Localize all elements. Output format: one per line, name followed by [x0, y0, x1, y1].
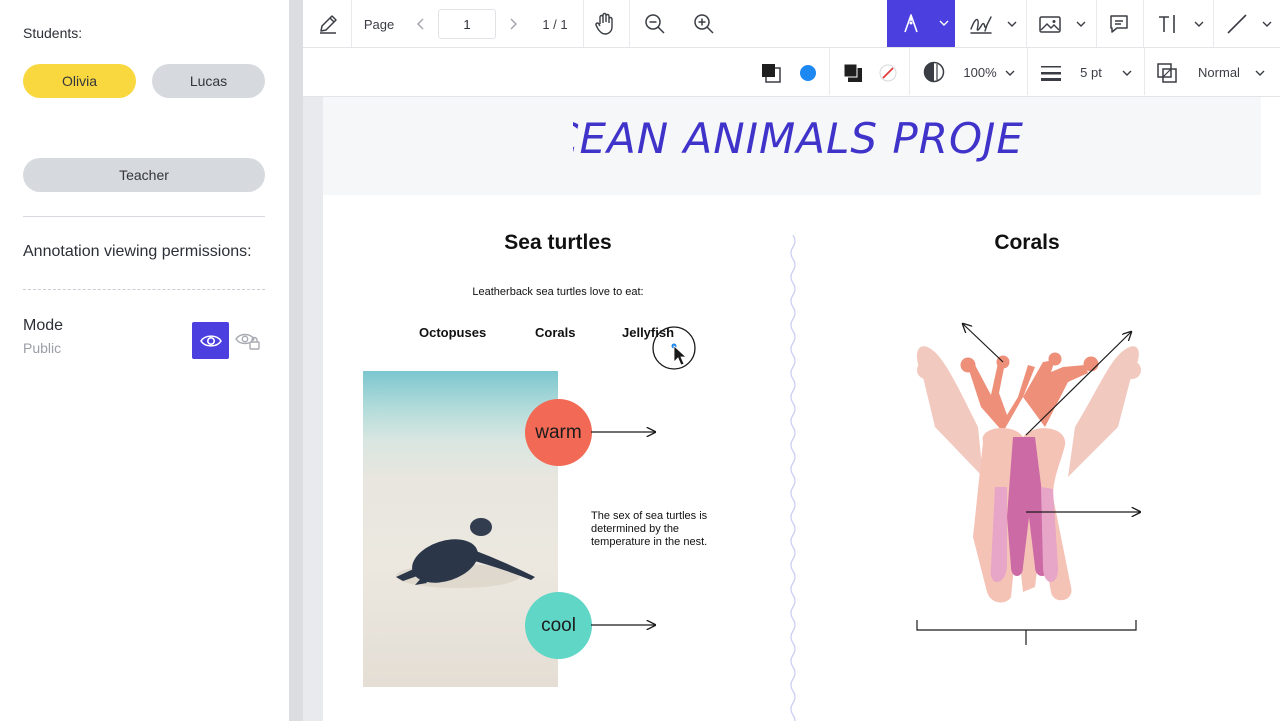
separator — [1143, 0, 1144, 47]
divider-dashed — [23, 289, 265, 290]
main-toolbar: Page 1 1 / 1 — [303, 0, 1280, 48]
fill-color-button[interactable] — [840, 60, 866, 86]
pan-tool-button[interactable] — [590, 10, 620, 38]
text-menu-chevron[interactable] — [1192, 18, 1206, 30]
pen-tool-button[interactable] — [313, 10, 343, 38]
blend-mode-value[interactable]: Normal — [1192, 62, 1246, 82]
line-width-button[interactable] — [1038, 61, 1064, 85]
zoom-out-button[interactable] — [640, 10, 670, 38]
line-width-value[interactable]: 5 pt — [1073, 62, 1109, 82]
separator — [1027, 48, 1028, 95]
mouse-pointer-icon — [673, 345, 688, 366]
separator — [1096, 0, 1097, 47]
student-olivia-button[interactable]: Olivia — [23, 64, 136, 98]
color-dot-icon — [800, 65, 816, 81]
image-icon — [1039, 16, 1061, 33]
opacity-dropdown-chevron[interactable] — [1003, 67, 1017, 79]
permissions-heading: Annotation viewing permissions: — [23, 243, 252, 260]
next-page-button[interactable] — [503, 14, 523, 34]
vertical-scrollbar[interactable] — [1261, 97, 1280, 721]
eye-icon — [199, 334, 222, 347]
signature-menu-chevron[interactable] — [1005, 18, 1019, 30]
opacity-icon — [923, 61, 945, 83]
text-tool-button[interactable] — [1153, 10, 1183, 38]
stroke-square-icon — [762, 64, 781, 83]
mode-label: Mode — [23, 317, 64, 334]
comment-tool-button[interactable] — [1104, 10, 1134, 38]
separator — [829, 48, 830, 95]
annotation-layer — [591, 97, 1261, 645]
ink-tool-button[interactable] — [887, 0, 955, 47]
line-icon — [1227, 14, 1247, 34]
blend-mode-icon — [1157, 63, 1177, 83]
coral-illustration — [916, 346, 1141, 603]
student-lucas-button[interactable]: Lucas — [152, 64, 265, 98]
page-label: Page — [363, 16, 395, 32]
line-width-dropdown-chevron[interactable] — [1120, 67, 1134, 79]
opacity-button[interactable] — [922, 60, 946, 84]
prev-page-button[interactable] — [411, 14, 431, 34]
public-mode-toggle[interactable] — [192, 322, 229, 359]
line-menu-chevron[interactable] — [1260, 18, 1274, 30]
comment-icon — [1110, 15, 1128, 33]
line-tool-button[interactable] — [1222, 10, 1252, 38]
coral-arrow-up-left — [963, 324, 1004, 363]
chevron-down-icon — [1262, 21, 1272, 27]
ink-pen-icon — [904, 14, 918, 33]
blend-mode-button[interactable] — [1155, 61, 1179, 85]
stroke-color-swatch[interactable] — [798, 63, 818, 83]
document-page: OCEAN ANIMALS PROJECT Sea turtles Corals… — [323, 97, 1261, 721]
divider — [23, 216, 265, 217]
chevron-right-icon — [510, 18, 517, 30]
stroke-color-button[interactable] — [758, 60, 784, 86]
page-number-input[interactable]: 1 — [438, 9, 496, 39]
zoom-out-icon — [645, 14, 665, 34]
separator — [1144, 48, 1145, 95]
separator — [1213, 0, 1214, 47]
chevron-left-icon — [417, 18, 424, 30]
signature-tool-button[interactable] — [967, 10, 997, 38]
zoom-in-icon — [694, 14, 714, 34]
fill-square-icon — [843, 63, 862, 82]
hand-icon — [595, 12, 613, 35]
separator — [1026, 0, 1027, 47]
no-fill-swatch[interactable] — [878, 63, 898, 83]
panel-resize-handle[interactable] — [289, 0, 303, 721]
separator — [351, 0, 352, 47]
signature-icon — [970, 16, 992, 34]
no-color-icon — [879, 64, 897, 82]
separator — [909, 48, 910, 95]
chevron-down-icon — [1122, 70, 1132, 76]
eye-lock-icon — [235, 333, 260, 350]
chevron-down-icon — [1194, 21, 1204, 27]
blend-mode-dropdown-chevron[interactable] — [1253, 67, 1267, 79]
opacity-value[interactable]: 100% — [958, 62, 1002, 82]
zoom-in-button[interactable] — [689, 10, 719, 38]
teacher-button[interactable]: Teacher — [23, 158, 265, 192]
image-menu-chevron[interactable] — [1074, 18, 1088, 30]
text-icon — [1159, 15, 1175, 33]
line-width-icon — [1041, 66, 1061, 81]
chevron-down-icon — [1255, 70, 1265, 76]
students-label: Students: — [23, 25, 83, 41]
private-mode-toggle[interactable] — [231, 324, 265, 358]
pencil-icon — [320, 15, 337, 34]
properties-toolbar: 100% 5 pt Normal — [303, 48, 1280, 97]
page-count: 1 / 1 — [542, 16, 568, 32]
students-panel: Students: Olivia Lucas Teacher Annotatio… — [0, 0, 289, 721]
coral-bracket — [916, 620, 1137, 645]
chevron-down-icon — [1076, 21, 1086, 27]
mode-value: Public — [23, 340, 62, 356]
chevron-down-icon — [1007, 21, 1017, 27]
image-tool-button[interactable] — [1035, 10, 1065, 38]
chevron-down-icon — [1005, 70, 1015, 76]
separator — [583, 0, 584, 47]
separator — [629, 0, 630, 47]
chevron-down-icon — [939, 20, 949, 26]
